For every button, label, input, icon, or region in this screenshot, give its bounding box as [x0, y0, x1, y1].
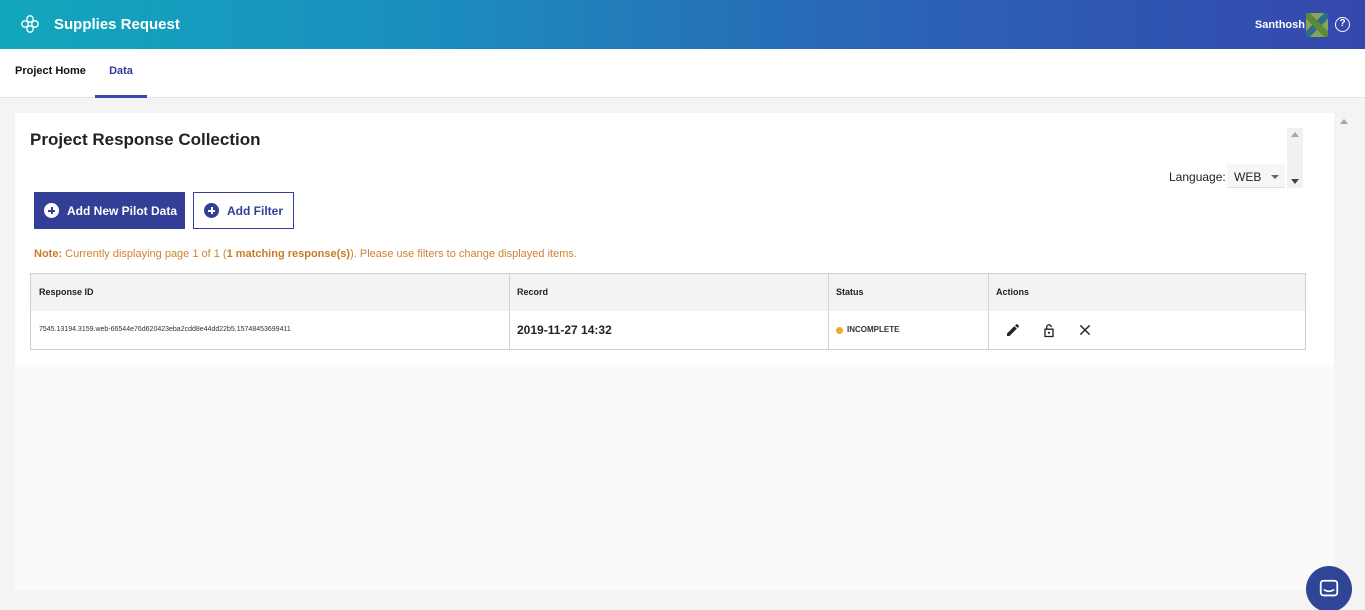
- response-id-cell: 7545.13194.3159.web-66544e76d620423eba2c…: [39, 326, 291, 333]
- table-header: Response ID Record Status Actions: [31, 274, 1305, 311]
- status-label: INCOMPLETE: [847, 325, 900, 334]
- status-cell: INCOMPLETE: [828, 311, 988, 349]
- note-prefix: Note:: [34, 248, 63, 260]
- tab-bar: Project Home Data: [0, 49, 1365, 98]
- table-row[interactable]: 7545.13194.3159.web-66544e76d620423eba2c…: [31, 311, 1305, 349]
- response-collection-panel: Project Response Collection Language: WE…: [15, 113, 1334, 365]
- caret-down-icon: [1271, 175, 1279, 179]
- plus-circle-icon: [44, 203, 59, 218]
- note-text-1: Currently displaying page 1 of 1 (: [62, 248, 227, 260]
- inner-scrollbar[interactable]: [1287, 128, 1303, 188]
- top-app-bar: Supplies Request Santhosh ?: [0, 0, 1365, 49]
- app-title: Supplies Request: [54, 16, 180, 33]
- page-title: Project Response Collection: [30, 130, 261, 149]
- edit-icon[interactable]: [1003, 320, 1023, 340]
- user-name[interactable]: Santhosh: [1255, 19, 1305, 31]
- language-value: WEB: [1234, 170, 1262, 184]
- add-filter-label: Add Filter: [227, 203, 283, 218]
- header-response-id[interactable]: Response ID: [31, 274, 509, 311]
- avatar[interactable]: [1306, 13, 1328, 37]
- status-dot-icon: [836, 326, 843, 334]
- note-text-2: ). Please use filters to change displaye…: [350, 248, 577, 260]
- note-match-count: 1 matching response(s): [226, 248, 351, 260]
- responses-table: Response ID Record Status Actions 7545.1…: [30, 273, 1306, 350]
- lock-icon[interactable]: [1039, 320, 1059, 340]
- chat-launcher-button[interactable]: [1306, 566, 1352, 610]
- pagination-note: Note: Currently displaying page 1 of 1 (…: [34, 248, 577, 260]
- delete-icon[interactable]: [1075, 320, 1095, 340]
- header-record[interactable]: Record: [509, 274, 828, 311]
- header-actions: Actions: [996, 287, 1030, 297]
- chat-icon: [1319, 579, 1339, 597]
- content-card: Project Response Collection Language: WE…: [15, 113, 1334, 590]
- record-cell: 2019-11-27 14:32: [517, 323, 612, 337]
- help-icon[interactable]: ?: [1335, 17, 1350, 32]
- language-select[interactable]: WEB: [1227, 164, 1285, 188]
- header-status[interactable]: Status: [828, 274, 988, 311]
- add-new-pilot-data-label: Add New Pilot Data: [67, 203, 178, 218]
- language-label: Language:: [1169, 170, 1226, 184]
- scroll-up-arrow-icon[interactable]: [1340, 119, 1348, 124]
- plus-circle-icon: [204, 203, 219, 218]
- flower-logo-icon[interactable]: [20, 14, 40, 34]
- add-filter-button[interactable]: Add Filter: [193, 192, 294, 229]
- scroll-down-arrow-icon[interactable]: [1291, 179, 1299, 184]
- tab-data[interactable]: Data: [95, 49, 147, 98]
- add-new-pilot-data-button[interactable]: Add New Pilot Data: [34, 192, 185, 229]
- scroll-up-arrow-icon[interactable]: [1291, 132, 1299, 137]
- tab-project-home[interactable]: Project Home: [15, 49, 86, 98]
- actions-cell: [988, 311, 1306, 349]
